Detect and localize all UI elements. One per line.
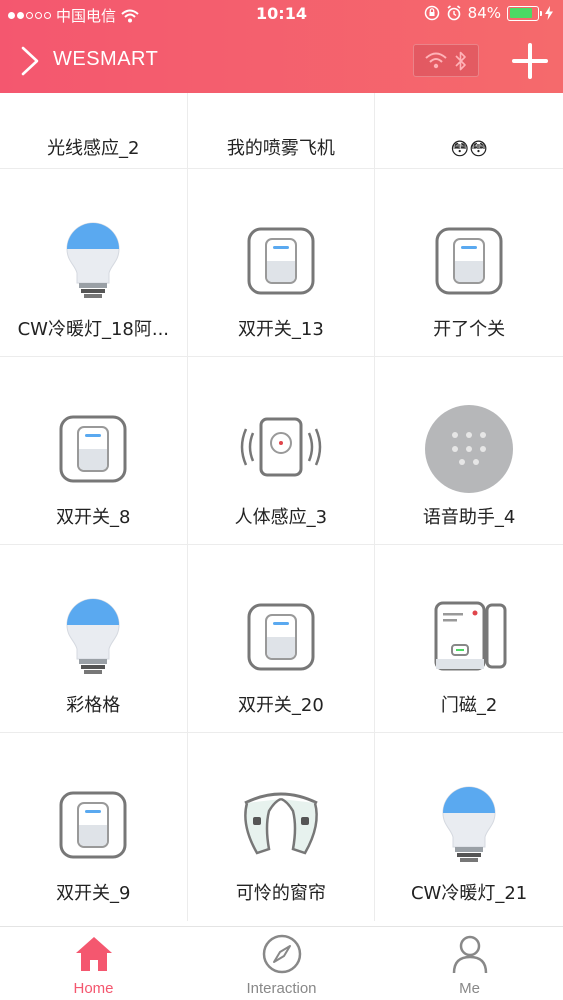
battery-icon [507, 5, 542, 21]
device-row: CW冷暖灯_18阿... 双开关_13 开了个关 [0, 169, 563, 357]
device-tile[interactable]: 可怜的窗帘 [188, 733, 376, 921]
device-tile[interactable]: 双开关_20 [188, 545, 376, 733]
device-label: 语音助手_4 [422, 507, 516, 528]
device-label: 开了个关 [433, 319, 506, 340]
bulb-icon [66, 222, 120, 298]
status-badge: Bad [75, 95, 112, 117]
person-icon [452, 935, 487, 974]
home-icon [75, 937, 112, 971]
device-label: 我的喷雾飞机 [226, 138, 335, 159]
device-tile[interactable]: 开了个关 [375, 169, 563, 357]
nav-bar: WESMART [0, 38, 563, 84]
device-tile[interactable]: 语音助手_4 [375, 357, 563, 545]
wifi-status-icon [425, 52, 447, 69]
device-tile[interactable]: 人体感应_3 [188, 357, 376, 545]
device-tile[interactable]: 彩格格 [0, 545, 188, 733]
alarm-icon [447, 5, 461, 21]
tab-interaction[interactable]: Interaction [188, 927, 375, 1000]
device-tile[interactable]: Bad 光线感应_2 [0, 93, 188, 169]
device-tile[interactable]: 😳😳 [375, 93, 563, 169]
rotation-lock-icon [424, 5, 439, 21]
device-tile[interactable]: 我的喷雾飞机 [188, 93, 376, 169]
switch-icon [435, 227, 503, 295]
status-right: 84% [424, 4, 553, 22]
device-label: 光线感应_2 [47, 138, 140, 159]
switch-icon [59, 791, 127, 859]
device-label: 可怜的窗帘 [235, 883, 326, 904]
device-label: 双开关_9 [56, 883, 131, 904]
bulb-icon [442, 786, 496, 862]
device-label: 😳😳 [450, 139, 488, 160]
tab-bar: Home Interaction Me [0, 926, 563, 1000]
chevron-right-icon[interactable] [18, 46, 42, 76]
device-row: 彩格格 双开关_20 门磁_2 [0, 545, 563, 733]
door-sensor-icon [434, 601, 507, 671]
device-tile[interactable]: CW冷暖灯_21 [375, 733, 563, 921]
add-device-button[interactable] [511, 42, 549, 80]
device-grid: Bad 光线感应_2 我的喷雾飞机 😳😳 CW冷暖灯_18阿... 双开关_13… [0, 93, 563, 926]
home-name-title[interactable]: WESMART [53, 48, 158, 71]
status-bar: 中国电信 10:14 84% [0, 0, 563, 30]
tab-label: Me [459, 980, 480, 997]
bluetooth-icon [455, 51, 466, 70]
device-tile[interactable]: 门磁_2 [375, 545, 563, 733]
device-tile[interactable]: 双开关_13 [188, 169, 376, 357]
compass-icon [262, 934, 301, 974]
switch-icon [247, 603, 315, 671]
device-row: 双开关_8 人体感应_3 语音助手_4 [0, 357, 563, 545]
tab-label: Interaction [246, 980, 317, 997]
bulb-icon [66, 598, 120, 674]
voice-assistant-icon [425, 405, 514, 493]
device-row: Bad 光线感应_2 我的喷雾飞机 😳😳 [0, 93, 563, 169]
device-label: 门磁_2 [440, 695, 498, 716]
tab-me[interactable]: Me [376, 927, 563, 1000]
battery-percent: 84% [467, 4, 501, 22]
device-label: 人体感应_3 [234, 507, 328, 528]
motion-sensor-icon [240, 417, 322, 477]
app-header: 中国电信 10:14 84% WESMART [0, 0, 563, 93]
device-tile[interactable]: 双开关_9 [0, 733, 188, 921]
device-tile[interactable]: 双开关_8 [0, 357, 188, 545]
device-label: CW冷暖灯_18阿... [17, 319, 170, 340]
device-label: CW冷暖灯_21 [410, 883, 528, 904]
device-label: 双开关_8 [56, 507, 131, 528]
curtain-icon [244, 792, 318, 855]
tab-label: Home [73, 980, 114, 997]
device-label: 双开关_20 [237, 695, 324, 716]
tab-home[interactable]: Home [0, 927, 187, 1000]
device-label: 双开关_13 [237, 319, 324, 340]
device-tile[interactable]: CW冷暖灯_18阿... [0, 169, 188, 357]
charging-icon [545, 6, 553, 20]
switch-icon [247, 227, 315, 295]
switch-icon [59, 415, 127, 483]
device-row: 双开关_9 可怜的窗帘 CW冷暖灯_21 [0, 733, 563, 921]
device-label: 彩格格 [66, 695, 121, 716]
connection-status[interactable] [413, 44, 479, 77]
